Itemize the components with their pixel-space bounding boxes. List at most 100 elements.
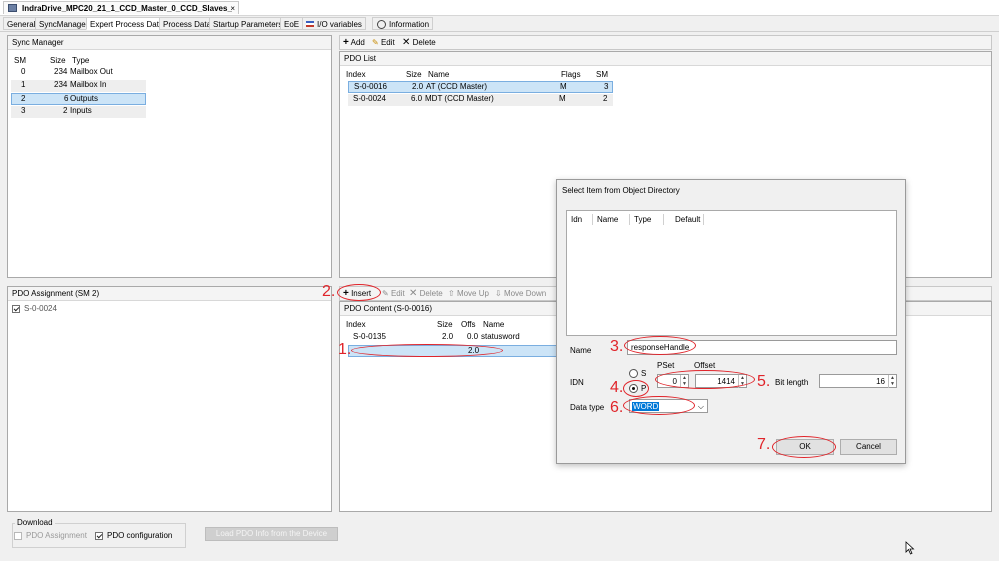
dialog-title: Select Item from Object Directory [562, 186, 680, 195]
col-sm[interactable]: SM [596, 70, 608, 79]
table-row-selected[interactable]: 2 6 Outputs [11, 93, 146, 105]
type-cell: Mailbox In [70, 80, 107, 89]
sm-cell: 1 [21, 80, 26, 89]
info-icon [377, 20, 386, 29]
col-flags[interactable]: Flags [561, 70, 581, 79]
col-sm[interactable]: SM [14, 56, 26, 65]
index-cell: S-0-0135 [353, 332, 386, 341]
col-offs[interactable]: Offs [461, 320, 476, 329]
index-cell: S-0-0016 [354, 82, 387, 91]
table-row[interactable]: 3 2 Inputs [11, 106, 146, 118]
move-up-button[interactable]: ⇧ Move Up [448, 288, 489, 300]
bit-length-spin-icon[interactable]: ▲ ▼ [888, 375, 896, 388]
col-type[interactable]: Type [634, 215, 651, 224]
col-idn[interactable]: Idn [571, 215, 582, 224]
cancel-button[interactable]: Cancel [840, 439, 897, 455]
load-pdo-info-button[interactable]: Load PDO Info from the Device [205, 527, 338, 541]
delete-button[interactable]: ✕ Delete [402, 37, 436, 49]
tab-general[interactable]: General [3, 17, 40, 30]
delete-icon: ✕ [409, 288, 418, 299]
list-item[interactable]: S-0-0024 [12, 304, 132, 315]
table-row-selected[interactable]: S-0-0016 2.0 AT (CCD Master) M 3 [348, 81, 613, 93]
annotation-1: 1. [338, 341, 352, 358]
pdo-assignment-option[interactable]: PDO Assignment [14, 531, 94, 542]
document-tab[interactable]: IndraDrive_MPC20_21_1_CCD_Master_0_CCD_S… [3, 1, 239, 14]
title-bar: IndraDrive_MPC20_21_1_CCD_Master_0_CCD_S… [0, 0, 999, 16]
pdo-assignment-label: PDO Assignment [26, 531, 87, 540]
delete-button[interactable]: ✕ Delete [409, 288, 443, 300]
annotation-ellipse-2 [337, 284, 381, 301]
size-cell: 2 [63, 106, 68, 115]
tab-eoe[interactable]: EoE [280, 17, 304, 30]
delete-label: Delete [419, 289, 443, 298]
data-type-label: Data type [570, 403, 605, 412]
col-default[interactable]: Default [675, 215, 700, 224]
tab-expert-process-data[interactable]: Expert Process Data [86, 17, 168, 30]
delete-label: Delete [412, 38, 436, 47]
name-label: Name [570, 346, 592, 355]
pdo-assignment-checkbox[interactable] [14, 532, 22, 540]
tab-process-data[interactable]: Process Data [159, 17, 216, 30]
mouse-cursor-icon [905, 541, 915, 555]
tab-syncmanager[interactable]: SyncManager [35, 17, 93, 30]
sm-cell: 3 [21, 106, 26, 115]
size-cell: 2.0 [412, 82, 424, 91]
annotation-ellipse-5 [655, 370, 755, 389]
type-cell: Outputs [70, 94, 99, 103]
pdo-configuration-checkbox[interactable] [95, 532, 103, 540]
document-tab-label: IndraDrive_MPC20_21_1_CCD_Master_0_CCD_S… [22, 4, 232, 13]
pdo-list-title: PDO List [340, 52, 991, 66]
bit-length-label: Bit length [775, 378, 809, 387]
pdo-assignment-checkbox[interactable] [12, 305, 20, 313]
pdo-list-toolbar: + Add ✎ Edit ✕ Delete [339, 35, 992, 50]
col-size[interactable]: Size [50, 56, 66, 65]
annotation-5: 5. [757, 373, 771, 390]
device-icon [8, 4, 17, 12]
size-cell: 234 [54, 67, 68, 76]
chevron-down-icon[interactable]: ⌵ [698, 400, 704, 413]
col-size[interactable]: Size [406, 70, 422, 79]
tab-io-variables[interactable]: I/O variables [302, 17, 366, 30]
edit-button[interactable]: ✎ Edit [382, 288, 405, 300]
table-row[interactable]: S-0-0024 6.0 MDT (CCD Master) M 2 [348, 94, 613, 106]
col-type[interactable]: Type [72, 56, 89, 65]
edit-icon: ✎ [372, 38, 379, 47]
flags-cell: M [560, 82, 567, 91]
col-name[interactable]: Name [483, 320, 504, 329]
close-icon[interactable]: × [230, 2, 235, 15]
object-directory-list[interactable]: Idn Name Type Default [566, 210, 897, 336]
radio-s-option[interactable]: S [629, 368, 649, 379]
plus-icon: + [343, 37, 349, 48]
tab-information[interactable]: Information [372, 17, 434, 30]
tab-startup-parameters[interactable]: Startup Parameters [209, 17, 287, 30]
column-divider [629, 214, 630, 225]
table-row[interactable]: 0 234 Mailbox Out [11, 67, 146, 79]
col-name[interactable]: Name [428, 70, 449, 79]
table-row[interactable]: 1 234 Mailbox In [11, 80, 146, 92]
pset-label: PSet [657, 361, 675, 370]
sm-cell: 2 [21, 94, 26, 103]
annotation-ellipse-3 [624, 336, 696, 355]
radio-s[interactable] [629, 369, 638, 378]
io-icon [306, 21, 314, 27]
move-down-button[interactable]: ⇩ Move Down [495, 288, 546, 300]
offs-cell: 0.0 [467, 332, 479, 341]
col-name[interactable]: Name [597, 215, 618, 224]
col-index[interactable]: Index [346, 320, 366, 329]
table-row[interactable]: S-0-0135 2.0 0.0 statusword [348, 332, 558, 344]
size-cell: 2.0 [442, 332, 454, 341]
col-index[interactable]: Index [346, 70, 366, 79]
edit-icon: ✎ [382, 289, 389, 298]
arrow-down-icon: ⇩ [495, 289, 502, 298]
pdo-configuration-option[interactable]: PDO configuration [95, 531, 185, 542]
offset-label: Offset [694, 361, 716, 370]
size-cell: 234 [54, 80, 68, 89]
annotation-6: 6. [610, 399, 624, 416]
col-size[interactable]: Size [437, 320, 453, 329]
annotation-ellipse-4 [623, 380, 649, 397]
add-button[interactable]: + Add [343, 37, 365, 49]
type-cell: Mailbox Out [70, 67, 113, 76]
idn-label: IDN [570, 378, 584, 387]
edit-button[interactable]: ✎ Edit [372, 37, 395, 49]
bit-length-stepper[interactable]: 16 ▲ ▼ [819, 374, 897, 388]
